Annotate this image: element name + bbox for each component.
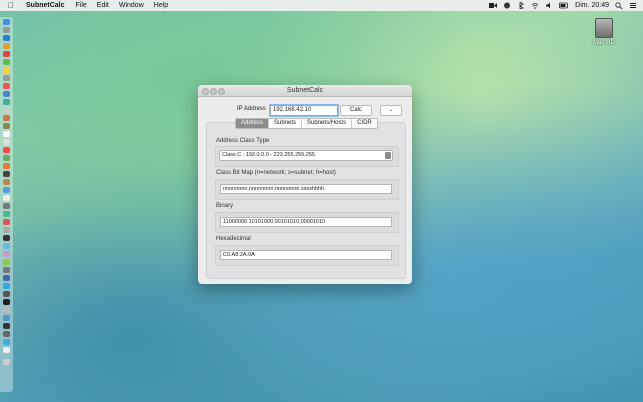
- app-icon[interactable]: [3, 267, 10, 273]
- tab-address[interactable]: Address: [236, 119, 270, 128]
- app-icon[interactable]: [3, 147, 10, 153]
- app-icon[interactable]: [3, 195, 10, 201]
- app-icon[interactable]: [3, 75, 10, 81]
- app-icon[interactable]: [3, 59, 10, 65]
- subnetcalc-window: SubnetCalc IP Address 192.168.42.10 Calc…: [198, 85, 412, 284]
- tab-bar: Address Subnets Subnets/Hosts CIDR: [235, 118, 378, 129]
- launchpad-icon[interactable]: [3, 27, 10, 33]
- wifi-icon[interactable]: [531, 2, 539, 9]
- app-icon[interactable]: [3, 339, 10, 345]
- address-panel: Address Class Type Class C : 192.0.0.0 -…: [206, 122, 406, 279]
- hexadecimal-field[interactable]: C0.A8.2A.0A: [220, 250, 392, 260]
- options-dropdown-button[interactable]: ⌄: [380, 105, 402, 116]
- app-icon[interactable]: [3, 179, 10, 185]
- app-icon[interactable]: [3, 43, 10, 49]
- app-icon[interactable]: [3, 139, 10, 145]
- app-menu[interactable]: SubnetCalc: [26, 2, 65, 9]
- app-icon[interactable]: [3, 155, 10, 161]
- hexadecimal-box: C0.A8.2A.0A: [215, 245, 399, 266]
- app-icon[interactable]: [3, 123, 10, 129]
- app-icon[interactable]: [3, 235, 10, 241]
- clock[interactable]: Dim. 20:49: [575, 2, 609, 9]
- safari-icon[interactable]: [3, 35, 10, 41]
- app-icon[interactable]: [3, 251, 10, 257]
- app-icon[interactable]: [3, 211, 10, 217]
- battery-icon[interactable]: [559, 2, 569, 9]
- minimize-button[interactable]: [210, 88, 217, 95]
- trash-icon[interactable]: [3, 359, 10, 365]
- app-icon[interactable]: [3, 315, 10, 321]
- ip-address-label: IP Address: [237, 106, 266, 112]
- app-icon[interactable]: [3, 91, 10, 97]
- app-icon[interactable]: [3, 99, 10, 105]
- address-class-value: Class C : 192.0.0.0 - 223.255.255.255: [222, 152, 315, 158]
- hard-drive-icon: [595, 18, 613, 38]
- videocam-icon[interactable]: [489, 2, 498, 9]
- app-icon[interactable]: [3, 83, 10, 89]
- status-area: Dim. 20:49: [489, 2, 637, 9]
- zoom-button[interactable]: [218, 88, 225, 95]
- tab-subnets[interactable]: Subnets: [269, 119, 303, 128]
- binary-box: 11000000.10101000.00101010.00001010: [215, 212, 399, 233]
- app-icon[interactable]: [3, 171, 10, 177]
- app-icon[interactable]: [3, 323, 10, 329]
- mac-hd-label: Mac HD: [593, 40, 615, 46]
- tab-cidr[interactable]: CIDR: [352, 119, 377, 128]
- app-icon[interactable]: [3, 203, 10, 209]
- binary-label: Binary: [216, 203, 234, 209]
- app-icon[interactable]: [3, 187, 10, 193]
- class-bit-map-label: Class Bit Map (n=network; s=subnet; h=ho…: [216, 170, 336, 176]
- tab-subnets-hosts[interactable]: Subnets/Hosts: [302, 119, 353, 128]
- spotlight-search-icon[interactable]: [615, 2, 623, 9]
- hexadecimal-label: Hexadecimal: [216, 236, 251, 242]
- menu-window[interactable]: Window: [119, 2, 144, 9]
- app-icon[interactable]: [3, 283, 10, 289]
- menu-bar:  SubnetCalc File Edit Window Help Dim. …: [0, 0, 643, 11]
- ip-address-input[interactable]: 192.168.42.10: [270, 105, 338, 116]
- menu-edit[interactable]: Edit: [97, 2, 109, 9]
- app-icon[interactable]: [3, 131, 10, 137]
- dock: [0, 17, 13, 392]
- apple-menu-icon[interactable]: : [8, 0, 18, 11]
- app-icon[interactable]: [3, 275, 10, 281]
- app-icon[interactable]: [3, 219, 10, 225]
- app-icon[interactable]: [3, 51, 10, 57]
- close-button[interactable]: [202, 88, 209, 95]
- app-icon[interactable]: [3, 115, 10, 121]
- ip-row: IP Address 192.168.42.10 Calc ⌄: [198, 103, 412, 117]
- menu-help[interactable]: Help: [154, 2, 168, 9]
- select-stepper-icon: [385, 152, 391, 159]
- window-titlebar[interactable]: SubnetCalc: [198, 85, 412, 97]
- app-icon[interactable]: [3, 347, 10, 353]
- app-icon[interactable]: [3, 291, 10, 297]
- app-icon[interactable]: [3, 67, 10, 73]
- address-class-type-box: Class C : 192.0.0.0 - 223.255.255.255: [215, 146, 399, 167]
- mac-hd-drive[interactable]: Mac HD: [592, 18, 616, 46]
- window-title: SubnetCalc: [286, 87, 324, 94]
- volume-icon[interactable]: [545, 2, 553, 9]
- class-bit-map-box: nnnnnnnn.nnnnnnnn.nnnnnnnn.sssshhhh: [215, 179, 399, 200]
- finder-icon[interactable]: [3, 19, 10, 25]
- menu-file[interactable]: File: [76, 2, 87, 9]
- class-bit-map-field[interactable]: nnnnnnnn.nnnnnnnn.nnnnnnnn.sssshhhh: [220, 184, 392, 194]
- app-icon[interactable]: [3, 107, 10, 113]
- binary-field[interactable]: 11000000.10101000.00101010.00001010: [220, 217, 392, 227]
- notification-center-icon[interactable]: [629, 2, 637, 9]
- bluetooth-icon[interactable]: [517, 2, 525, 9]
- app-icon[interactable]: [3, 307, 10, 313]
- calc-button[interactable]: Calc: [340, 105, 372, 116]
- app-icon[interactable]: [3, 163, 10, 169]
- app-icon[interactable]: [3, 331, 10, 337]
- sync-icon[interactable]: [503, 2, 511, 9]
- address-class-type-label: Address Class Type: [216, 138, 270, 144]
- app-icon[interactable]: [3, 299, 10, 305]
- app-icon[interactable]: [3, 227, 10, 233]
- app-icon[interactable]: [3, 243, 10, 249]
- address-class-select[interactable]: Class C : 192.0.0.0 - 223.255.255.255: [219, 150, 393, 161]
- app-icon[interactable]: [3, 259, 10, 265]
